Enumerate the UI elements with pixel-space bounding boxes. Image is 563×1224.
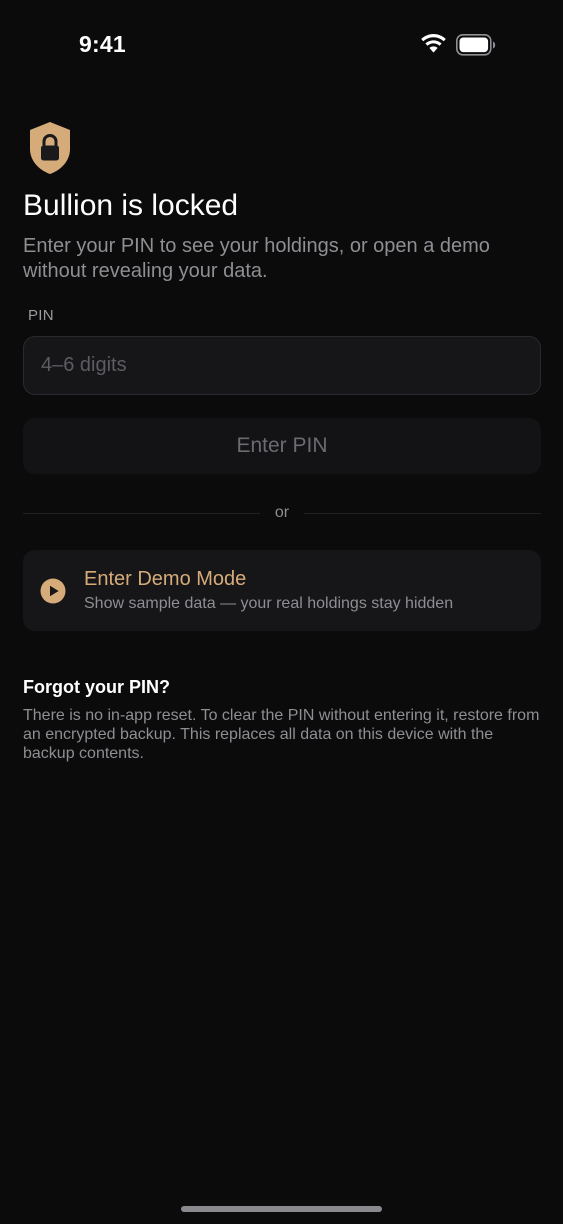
play-icon: [40, 578, 66, 603]
or-divider: or: [23, 504, 542, 522]
lock-screen: Bullion is locked Enter your PIN to see …: [23, 120, 542, 763]
divider-line-left: [23, 512, 260, 514]
divider-text: or: [274, 504, 290, 521]
pin-input[interactable]: [23, 336, 541, 395]
pin-label: PIN: [28, 307, 54, 324]
demo-title: Enter Demo Mode: [84, 568, 247, 590]
forgot-pin-heading: Forgot your PIN?: [23, 677, 170, 697]
page-title: Bullion is locked: [23, 189, 239, 222]
enter-demo-mode-button[interactable]: Enter Demo Mode Show sample data — your …: [23, 550, 541, 631]
wifi-icon: [421, 34, 446, 53]
status-bar: 9:41: [0, 0, 563, 90]
battery-icon: [456, 34, 496, 56]
home-indicator[interactable]: [181, 1206, 382, 1212]
forgot-pin-body: There is no in-app reset. To clear the P…: [23, 707, 540, 762]
demo-subtitle: Show sample data — your real holdings st…: [84, 595, 454, 612]
page-subtitle: Enter your PIN to see your holdings, or …: [23, 235, 490, 282]
demo-text: Enter Demo Mode Show sample data — your …: [84, 567, 453, 614]
enter-pin-button[interactable]: Enter PIN: [23, 418, 541, 474]
divider-line-right: [304, 512, 542, 514]
shield-lock-icon: [30, 122, 70, 174]
status-time: 9:41: [79, 31, 126, 57]
